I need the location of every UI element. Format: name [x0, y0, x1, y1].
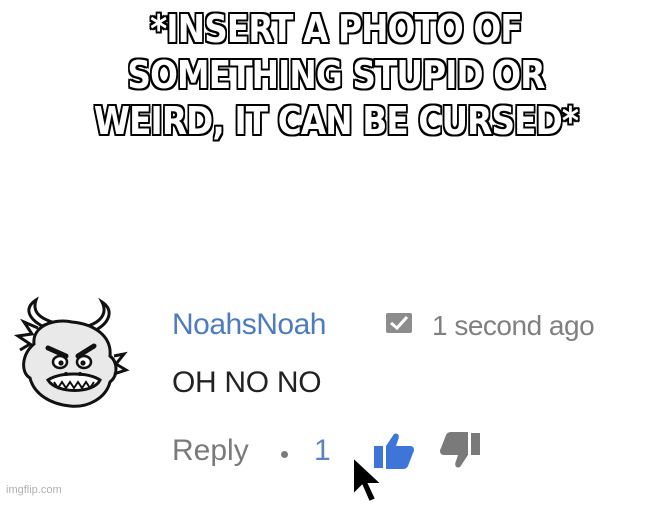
comment-timestamp[interactable]: 1 second ago [432, 310, 595, 342]
comment-username[interactable]: NoahsNoah [172, 308, 326, 342]
like-count: 1 [314, 434, 331, 467]
bowser-face-icon[interactable] [14, 296, 130, 414]
mouse-pointer-icon [352, 455, 385, 504]
checkmark-badge-icon [386, 313, 412, 333]
caption-line-3: WEIRD, IT CAN BE CURSED* [93, 99, 579, 143]
separator-dot [281, 451, 288, 458]
caption-line-1: *INSERT A PHOTO OF [150, 7, 523, 51]
imgflip-watermark: imgflip.com [6, 484, 62, 496]
meme-caption: *INSERT A PHOTO OF SOMETHING STUPID OR W… [47, 6, 625, 144]
comment-text: OH NO NO [172, 366, 322, 399]
reply-button[interactable]: Reply [172, 434, 249, 468]
thumbs-down-icon[interactable] [438, 430, 482, 474]
caption-line-2: SOMETHING STUPID OR [127, 53, 545, 97]
